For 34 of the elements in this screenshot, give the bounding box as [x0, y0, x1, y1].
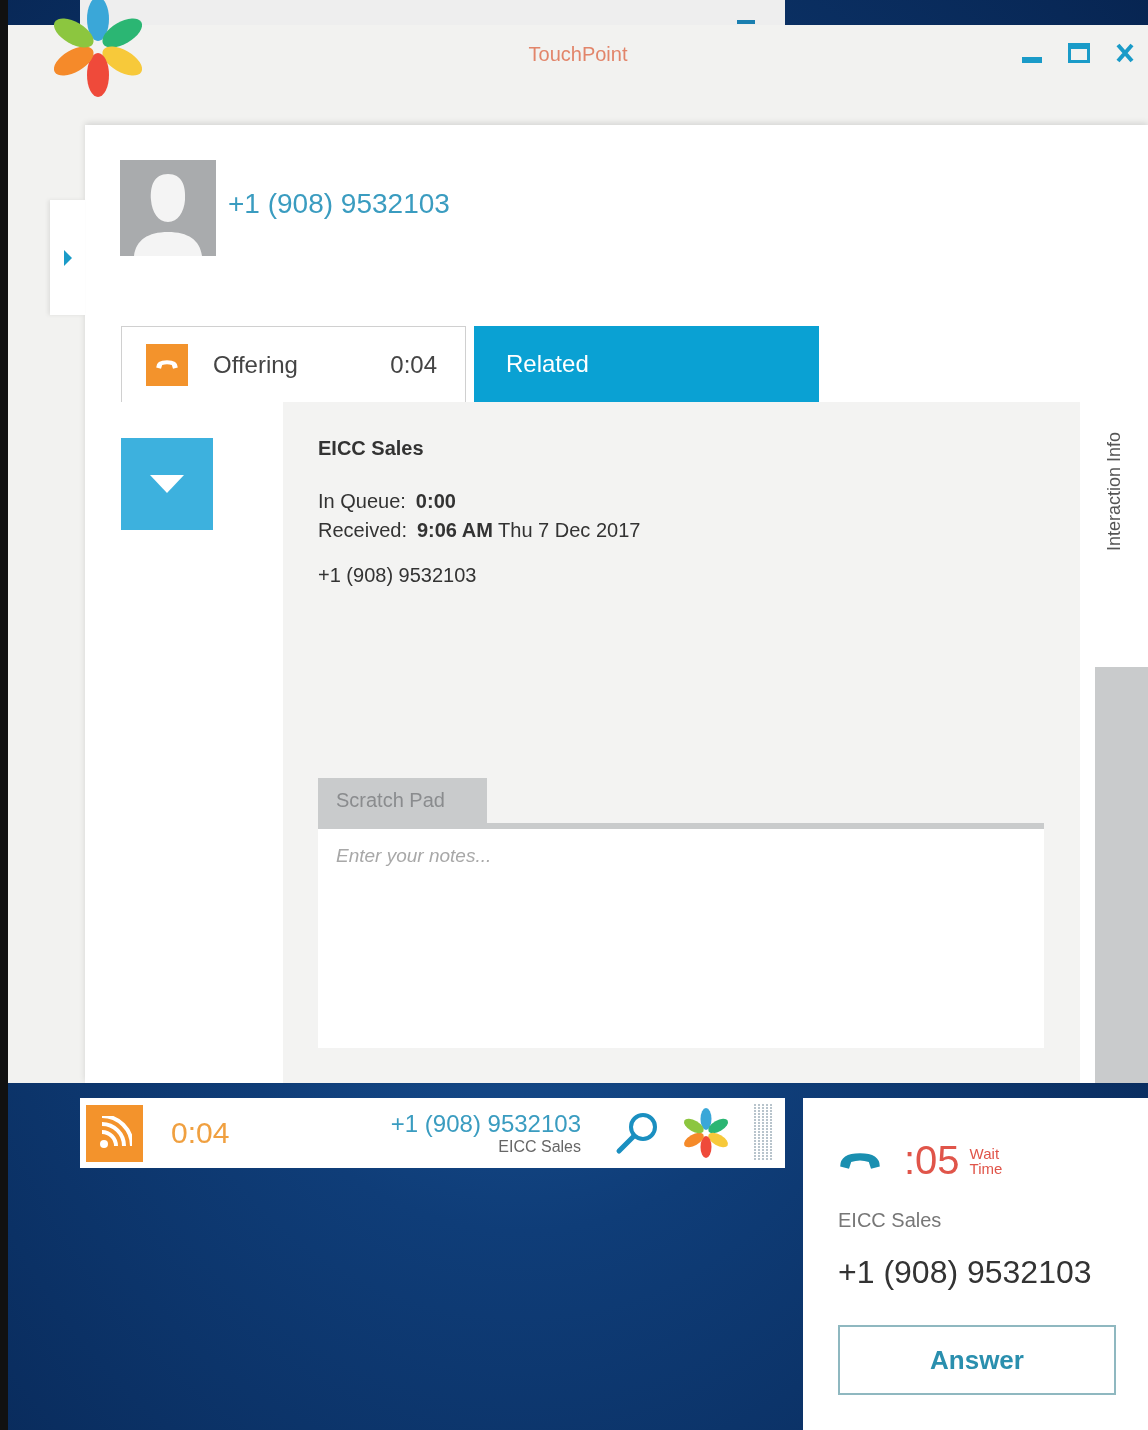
notes-field[interactable]: Enter your notes...: [318, 829, 1044, 1048]
avatar-icon: [120, 160, 216, 256]
caller-number: +1 (908) 9532103: [228, 188, 450, 220]
detail-label: In Queue:: [318, 490, 406, 513]
detail-label: Received:: [318, 519, 407, 542]
queue-name: EICC Sales: [318, 437, 425, 460]
search-icon[interactable]: [615, 1111, 659, 1155]
maximize-button[interactable]: [1068, 43, 1090, 63]
tab[interactable]: Offering 0:04: [121, 326, 466, 402]
caller-number: +1 (908) 9532103: [390, 1110, 581, 1138]
caret-icon: [150, 475, 184, 493]
queue-name: EICC Sales: [838, 1209, 943, 1232]
caller-number: +1 (908) 9532103: [838, 1254, 1093, 1291]
tab[interactable]: Related: [474, 326, 819, 402]
caret-icon: [62, 248, 73, 267]
answer-button[interactable]: Answer: [838, 1325, 1116, 1395]
interaction-info-tab[interactable]: Interaction Info: [1103, 432, 1125, 552]
detail-value: 9:06 AM Thu 7 Dec 2017: [416, 519, 641, 542]
queue-name: EICC Sales: [498, 1138, 581, 1156]
wait-time-label: Wait Time: [969, 1145, 1003, 1176]
call-timer: 0:04: [171, 1116, 230, 1150]
minimize-button[interactable]: [1022, 55, 1042, 63]
detail-value: 0:00: [415, 490, 456, 513]
wait-time: :05: [904, 1138, 960, 1183]
dropdown-button[interactable]: [121, 438, 213, 530]
grip-icon[interactable]: [753, 1104, 775, 1162]
phone-icon: [155, 359, 179, 370]
window-title: TouchPoint: [528, 43, 628, 66]
pinwheel-logo: [681, 1108, 731, 1158]
signal-icon: [86, 1104, 143, 1162]
phone-icon: [838, 1150, 882, 1171]
close-button[interactable]: [1116, 43, 1134, 63]
scratch-pad-tab[interactable]: Scratch Pad: [318, 778, 487, 823]
caller-number: +1 (908) 9532103: [318, 564, 478, 587]
